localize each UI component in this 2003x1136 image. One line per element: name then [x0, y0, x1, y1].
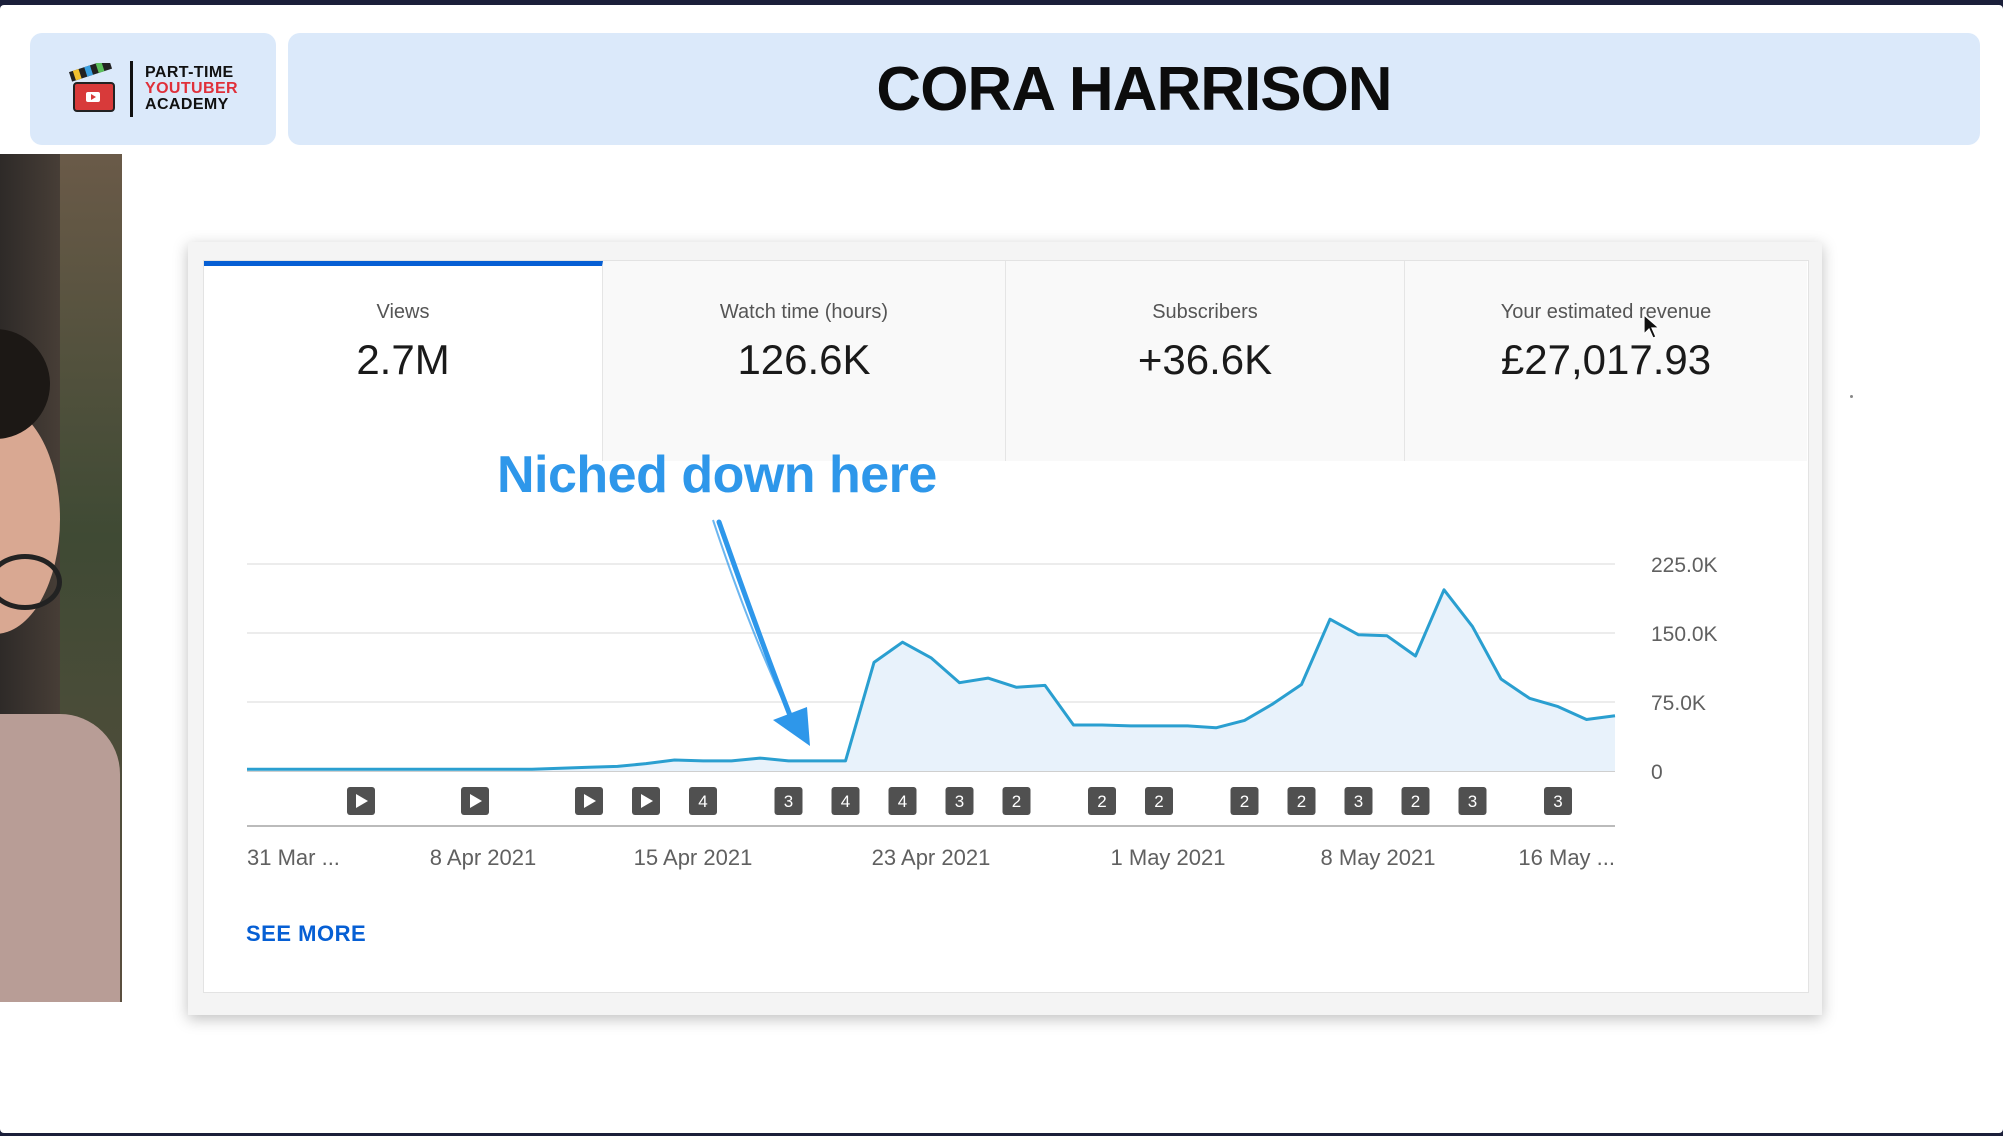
video-marker-count[interactable]: 2 — [1088, 787, 1116, 815]
views-area — [247, 589, 1615, 771]
mouse-cursor-icon — [1643, 314, 1661, 339]
video-marker-play[interactable] — [632, 787, 660, 815]
views-chart[interactable]: 225.0K 150.0K 75.0K 0 4 3 4 4 3 2 2 2 2 2 3 2 3 3 31 Mar… — [203, 260, 1807, 991]
y-tick-label: 0 — [1651, 761, 1663, 784]
video-marker-label: 2 — [1297, 792, 1306, 811]
video-marker-label: 2 — [1154, 792, 1163, 811]
video-marker-label: 2 — [1012, 792, 1021, 811]
video-marker-label: 2 — [1411, 792, 1420, 811]
video-marker-count[interactable]: 2 — [1401, 787, 1430, 815]
logo-line: ACADEMY — [145, 96, 229, 113]
y-tick-label: 225.0K — [1651, 554, 1718, 577]
x-tick-label: 16 May ... — [1518, 845, 1615, 870]
video-marker-count[interactable]: 2 — [1230, 787, 1259, 815]
webcam-person-hair — [0, 329, 50, 439]
video-marker-count[interactable]: 3 — [1544, 787, 1572, 815]
video-marker-count[interactable]: 3 — [1458, 787, 1487, 815]
video-marker-count[interactable]: 3 — [774, 787, 803, 815]
stray-dot — [1850, 395, 1853, 398]
video-marker-count[interactable]: 4 — [831, 787, 860, 815]
video-marker-count[interactable]: 3 — [1344, 787, 1373, 815]
video-marker-play[interactable] — [461, 787, 489, 815]
x-tick-label: 1 May 2021 — [1111, 845, 1226, 870]
video-marker-label: 3 — [955, 792, 964, 811]
video-marker-count[interactable]: 4 — [888, 787, 917, 815]
logo-line: PART-TIME — [145, 64, 234, 81]
video-marker-count[interactable]: 2 — [1002, 787, 1031, 815]
x-tick-label: 15 Apr 2021 — [634, 845, 753, 870]
logo-line: YOUTUBER — [145, 80, 238, 97]
video-marker-count[interactable]: 2 — [1287, 787, 1316, 815]
video-marker-label: 2 — [1240, 792, 1249, 811]
video-marker-label: 2 — [1097, 792, 1106, 811]
clapperboard-icon — [69, 63, 115, 112]
video-marker-label: 3 — [1354, 792, 1363, 811]
video-marker-play[interactable] — [347, 787, 375, 815]
video-marker-label: 4 — [698, 792, 707, 811]
video-marker-label: 4 — [841, 792, 850, 811]
y-tick-label: 75.0K — [1651, 692, 1706, 715]
video-marker-play[interactable] — [575, 787, 603, 815]
logo-wordmark: PART-TIME YOUTUBER ACADEMY — [145, 65, 238, 113]
presentation-frame: PART-TIME YOUTUBER ACADEMY CORA HARRISON… — [0, 5, 2003, 1133]
logo-panel: PART-TIME YOUTUBER ACADEMY — [30, 33, 276, 145]
annotation-label: Niched down here — [497, 446, 937, 504]
x-tick-label: 23 Apr 2021 — [872, 845, 991, 870]
video-marker-label: 3 — [1553, 792, 1562, 811]
video-marker-count[interactable]: 2 — [1145, 787, 1173, 815]
see-more-link[interactable]: SEE MORE — [246, 921, 366, 947]
title-panel: CORA HARRISON — [288, 33, 1980, 145]
x-tick-label: 8 May 2021 — [1321, 845, 1436, 870]
video-marker-count[interactable]: 4 — [689, 787, 717, 815]
webcam-person-shirt — [0, 714, 120, 1002]
logo-divider — [130, 61, 133, 117]
x-tick-label: 8 Apr 2021 — [430, 845, 536, 870]
video-marker-count[interactable]: 3 — [945, 787, 974, 815]
y-tick-label: 150.0K — [1651, 623, 1718, 646]
page-title: CORA HARRISON — [876, 54, 1392, 124]
x-tick-label: 31 Mar ... — [247, 845, 340, 870]
video-marker-label: 4 — [898, 792, 907, 811]
video-marker-label: 3 — [784, 792, 793, 811]
video-marker-label: 3 — [1468, 792, 1477, 811]
webcam-overlay — [0, 154, 122, 1002]
